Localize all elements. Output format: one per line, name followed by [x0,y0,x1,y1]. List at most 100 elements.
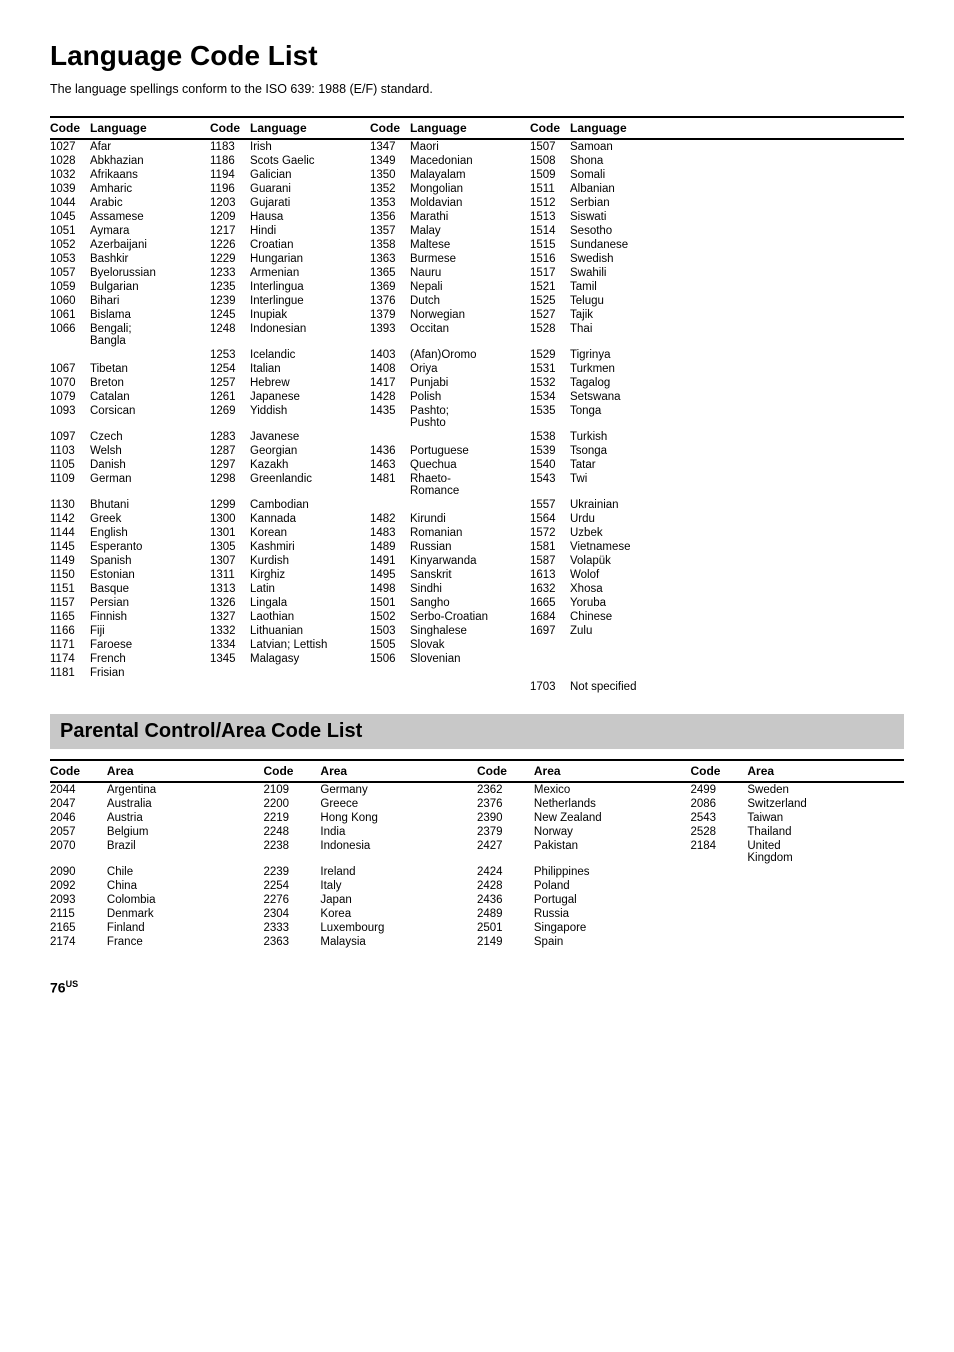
area-name-cell: Austria [107,811,264,825]
lang-code-cell: 1538 [530,430,570,444]
lang-name-cell: Tatar [570,458,904,472]
area-name-cell [747,893,904,907]
lang-name-cell: Bislama [90,308,210,322]
lang-name-cell: Yiddish [250,404,370,430]
lang-name-cell: German [90,472,210,498]
table-row: 2115Denmark2304Korea2489Russia [50,907,904,921]
lang-name-cell: Armenian [250,266,370,280]
page-title: Language Code List [50,40,904,72]
lang-name-cell: Burmese [410,252,530,266]
lang-name-cell: Cambodian [250,498,370,512]
lang-code-cell [50,348,90,362]
lang-code-cell: 1507 [530,139,570,154]
lang-code-cell: 1313 [210,582,250,596]
table-row: 1174French1345Malagasy1506Slovenian [50,652,904,666]
area-code-cell: 2044 [50,782,107,797]
lang-code-cell: 1529 [530,348,570,362]
area-name-cell: Norway [534,825,691,839]
lang-code-cell: 1103 [50,444,90,458]
area-code-cell: 2090 [50,865,107,879]
lang-name-cell: Tonga [570,404,904,430]
lang-col-code4: Code [530,117,570,139]
lang-name-cell: Zulu [570,624,904,638]
area-name-cell: Switzerland [747,797,904,811]
lang-name-cell: Thai [570,322,904,348]
lang-code-cell: 1527 [530,308,570,322]
lang-code-cell: 1379 [370,308,410,322]
area-name-cell: Chile [107,865,264,879]
area-code-cell: 2248 [263,825,320,839]
area-code-cell: 2149 [477,935,534,949]
lang-name-cell: Hungarian [250,252,370,266]
area-name-cell [747,879,904,893]
area-code-cell: 2427 [477,839,534,865]
area-code-cell: 2093 [50,893,107,907]
table-row: 2174France2363Malaysia2149Spain [50,935,904,949]
table-row: 1171Faroese1334Latvian; Lettish1505Slova… [50,638,904,652]
area-code-cell: 2200 [263,797,320,811]
lang-code-cell: 1505 [370,638,410,652]
lang-code-cell: 1174 [50,652,90,666]
lang-name-cell: Faroese [90,638,210,652]
area-code-cell [690,921,747,935]
area-name-cell [747,907,904,921]
area-name-cell: France [107,935,264,949]
lang-name-cell: Georgian [250,444,370,458]
lang-code-cell: 1345 [210,652,250,666]
lang-code-cell: 1060 [50,294,90,308]
lang-name-cell: Assamese [90,210,210,224]
area-code-cell: 2165 [50,921,107,935]
area-code-cell: 2362 [477,782,534,797]
lang-code-cell: 1632 [530,582,570,596]
area-col-area3: Area [534,760,691,782]
area-code-cell: 2528 [690,825,747,839]
lang-name-cell: Italian [250,362,370,376]
lang-code-cell: 1503 [370,624,410,638]
lang-code-cell: 1326 [210,596,250,610]
table-row: 1142Greek1300Kannada1482Kirundi1564Urdu [50,512,904,526]
lang-name-cell: Romanian [410,526,530,540]
lang-name-cell: Lithuanian [250,624,370,638]
area-name-cell: Mexico [534,782,691,797]
lang-code-cell: 1428 [370,390,410,404]
lang-code-cell: 1097 [50,430,90,444]
area-code-cell: 2333 [263,921,320,935]
table-row: 1051Aymara1217Hindi1357Malay1514Sesotho [50,224,904,238]
table-row: 1052Azerbaijani1226Croatian1358Maltese15… [50,238,904,252]
area-col-area4: Area [747,760,904,782]
lang-name-cell: Icelandic [250,348,370,362]
lang-name-cell: Mongolian [410,182,530,196]
lang-name-cell: Lingala [250,596,370,610]
lang-name-cell: Byelorussian [90,266,210,280]
lang-name-cell: Moldavian [410,196,530,210]
lang-code-cell: 1483 [370,526,410,540]
lang-col-code1: Code [50,117,90,139]
lang-code-cell: 1032 [50,168,90,182]
lang-code-cell: 1352 [370,182,410,196]
lang-code-cell: 1235 [210,280,250,294]
lang-name-cell: Marathi [410,210,530,224]
area-name-cell: Pakistan [534,839,691,865]
lang-name-cell: Chinese [570,610,904,624]
area-name-cell: India [320,825,477,839]
lang-code-cell: 1557 [530,498,570,512]
area-code-cell [690,935,747,949]
lang-name-cell: Inupiak [250,308,370,322]
area-col-area1: Area [107,760,264,782]
lang-code-cell: 1053 [50,252,90,266]
lang-name-cell [250,680,370,694]
lang-name-cell: Punjabi [410,376,530,390]
lang-code-cell: 1144 [50,526,90,540]
lang-code-cell: 1044 [50,196,90,210]
table-row: 1150Estonian1311Kirghiz1495Sanskrit1613W… [50,568,904,582]
lang-code-cell: 1417 [370,376,410,390]
table-row: 1145Esperanto1305Kashmiri1489Russian1581… [50,540,904,554]
lang-code-cell: 1436 [370,444,410,458]
lang-code-cell: 1365 [370,266,410,280]
lang-code-cell: 1581 [530,540,570,554]
lang-code-cell: 1347 [370,139,410,154]
area-name-cell: Italy [320,879,477,893]
lang-code-cell: 1516 [530,252,570,266]
lang-code-cell: 1363 [370,252,410,266]
lang-name-cell: Bhutani [90,498,210,512]
